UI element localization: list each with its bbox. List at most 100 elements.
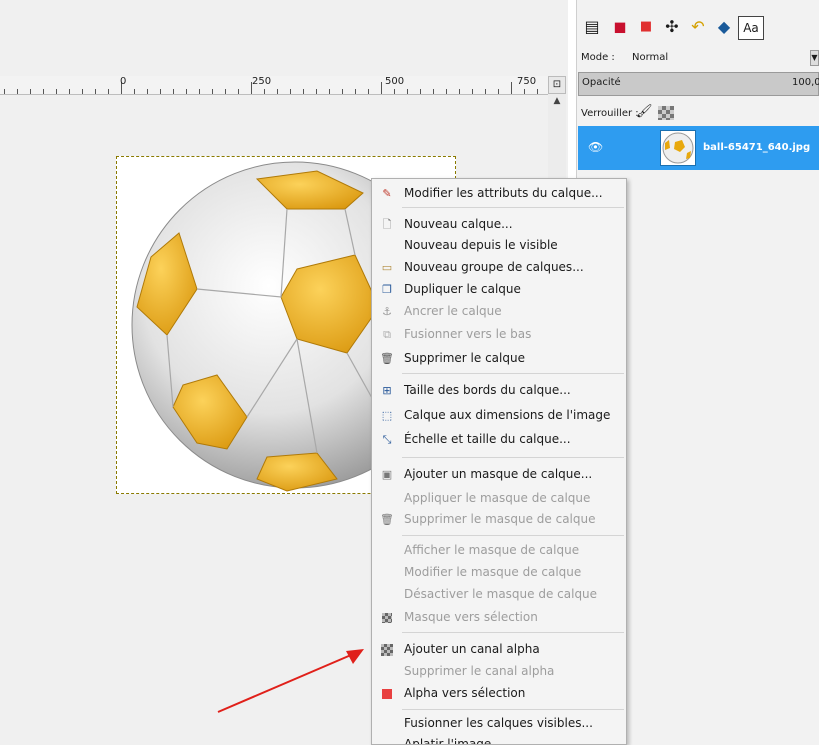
menu-item-remove-alpha-channel[interactable]: Supprimer le canal alpha	[372, 661, 626, 683]
edit-icon: ✎	[382, 187, 392, 200]
boundary-size-icon: ⊞	[382, 384, 392, 397]
menu-item-disable-layer-mask[interactable]: Désactiver le masque de calque	[372, 584, 626, 606]
menu-item-delete-layer-mask[interactable]: 🗑 Supprimer le masque de calque	[372, 509, 626, 531]
menu-item-new-layer[interactable]: 🗋 Nouveau calque...	[372, 214, 626, 236]
ruler-tick	[95, 89, 96, 94]
ruler-tick	[4, 89, 5, 94]
trash-icon: 🗑	[380, 352, 394, 365]
ruler-tick	[485, 89, 486, 94]
scroll-up-arrow-icon[interactable]: ▲	[548, 96, 566, 110]
ruler-tick	[303, 89, 304, 94]
ruler-tick	[199, 89, 200, 94]
text-tool-tab-icon[interactable]: Aa	[738, 16, 764, 40]
fit-image-icon: ⬚	[381, 409, 393, 422]
ruler-tick	[433, 89, 434, 94]
trash-icon: 🗑	[380, 513, 394, 526]
menu-item-edit-attributes[interactable]: ✎ Modifier les attributs du calque...	[372, 183, 626, 205]
ruler-tick	[134, 89, 135, 94]
ruler-tick	[329, 89, 330, 94]
add-mask-icon: ▣	[381, 468, 393, 481]
zoom-corner-icon[interactable]: ⊡	[548, 76, 566, 94]
menu-item-delete-layer[interactable]: 🗑 Supprimer le calque	[372, 348, 626, 370]
ruler-tick	[381, 82, 382, 94]
ruler-tick	[498, 89, 499, 94]
layers-tab-icon[interactable]: ▤	[580, 14, 604, 40]
ruler-tick	[30, 89, 31, 94]
menu-item-layer-to-image-size[interactable]: ⬚ Calque aux dimensions de l'image	[372, 405, 626, 427]
ruler-tick	[368, 89, 369, 94]
eye-visibility-icon[interactable]: 👁	[588, 140, 603, 154]
menu-item-alpha-to-selection[interactable]: Alpha vers sélection	[372, 683, 626, 705]
ruler-tick	[420, 89, 421, 94]
layer-name[interactable]: ball-65471_640.jpg	[703, 142, 810, 153]
menu-item-apply-layer-mask[interactable]: Appliquer le masque de calque	[372, 488, 626, 510]
menu-item-flatten-image[interactable]: Aplatir l'image	[372, 734, 626, 744]
ruler-tick	[147, 89, 148, 94]
ruler-label-750: 750	[517, 76, 537, 87]
ruler-tick	[342, 89, 343, 94]
ruler-tick	[290, 89, 291, 94]
opacity-value: 100,0	[792, 77, 819, 88]
menu-item-mask-to-selection[interactable]: Masque vers sélection	[372, 607, 626, 629]
ruler-tick	[212, 89, 213, 94]
menu-item-merge-down[interactable]: ⧉ Fusionner vers le bas	[372, 324, 626, 346]
menu-separator	[402, 207, 624, 208]
menu-item-merge-visible-layers[interactable]: Fusionner les calques visibles...	[372, 713, 626, 735]
ruler-label-500: 500	[385, 76, 405, 87]
brushes-tab-icon[interactable]: ◆	[712, 14, 736, 40]
menu-separator	[402, 535, 624, 536]
channels-tab-icon[interactable]: ◼	[608, 14, 632, 40]
ruler-tick	[459, 89, 460, 94]
ruler-tick	[238, 89, 239, 94]
menu-separator	[402, 373, 624, 374]
menu-separator	[402, 457, 624, 458]
ruler-tick	[264, 89, 265, 94]
menu-item-duplicate-layer[interactable]: ❐ Dupliquer le calque	[372, 279, 626, 301]
menu-item-new-from-visible[interactable]: Nouveau depuis le visible	[372, 235, 626, 257]
ruler-tick	[511, 82, 512, 94]
dock-menu-icon[interactable]: ▯	[810, 14, 819, 40]
new-page-icon: 🗋	[382, 218, 392, 231]
menu-item-add-layer-mask[interactable]: ▣ Ajouter un masque de calque...	[372, 464, 626, 486]
dock-tabs: ▤ ◼ ■ ✣ ↶ ◆ Aa ▯	[576, 12, 819, 46]
mode-select[interactable]: Normal	[632, 52, 668, 63]
ruler-tick	[277, 89, 278, 94]
layer-context-menu: ✎ Modifier les attributs du calque... 🗋 …	[371, 178, 627, 745]
ruler-tick	[69, 89, 70, 94]
ruler-tick	[472, 89, 473, 94]
ruler-tick	[56, 89, 57, 94]
lock-label: Verrouiller :	[581, 108, 639, 119]
ruler-tick	[43, 89, 44, 94]
menu-item-new-layer-group[interactable]: ▭ Nouveau groupe de calques...	[372, 257, 626, 279]
horizontal-ruler[interactable]: 0 250 500 750	[0, 76, 548, 95]
merge-down-icon: ⧉	[383, 328, 391, 341]
canvas-top-strip	[0, 0, 568, 76]
menu-item-add-alpha-channel[interactable]: Ajouter un canal alpha	[372, 639, 626, 661]
ruler-tick	[225, 89, 226, 94]
annotation-arrow-icon	[217, 649, 364, 713]
ruler-label-250: 250	[252, 76, 272, 87]
chevron-down-icon[interactable]: ▼	[810, 50, 819, 66]
scale-icon: ⤡	[382, 433, 392, 446]
lock-pixels-brush-icon[interactable]: 🖌	[636, 104, 653, 119]
layer-thumbnail-ball	[662, 132, 694, 164]
red-square-tab-icon[interactable]: ■	[634, 14, 658, 40]
ruler-tick	[407, 89, 408, 94]
ruler-tick	[186, 89, 187, 94]
menu-item-edit-layer-mask[interactable]: Modifier le masque de calque	[372, 562, 626, 584]
undo-history-tab-icon[interactable]: ↶	[686, 14, 710, 40]
ruler-tick	[394, 89, 395, 94]
anchor-icon: ⚓	[382, 305, 392, 318]
lock-alpha-checker-icon[interactable]	[658, 106, 674, 120]
menu-item-layer-boundary-size[interactable]: ⊞ Taille des bords du calque...	[372, 380, 626, 402]
duplicate-icon: ❐	[382, 283, 392, 296]
ruler-label-0: 0	[120, 76, 127, 87]
ruler-tick	[82, 89, 83, 94]
menu-item-scale-layer[interactable]: ⤡ Échelle et taille du calque...	[372, 429, 626, 451]
ruler-tick	[524, 89, 525, 94]
menu-separator	[402, 709, 624, 710]
menu-item-anchor-layer[interactable]: ⚓ Ancrer le calque	[372, 301, 626, 323]
paths-tab-icon[interactable]: ✣	[660, 14, 684, 40]
menu-item-show-layer-mask[interactable]: Afficher le masque de calque	[372, 540, 626, 562]
mode-label: Mode :	[581, 52, 615, 63]
